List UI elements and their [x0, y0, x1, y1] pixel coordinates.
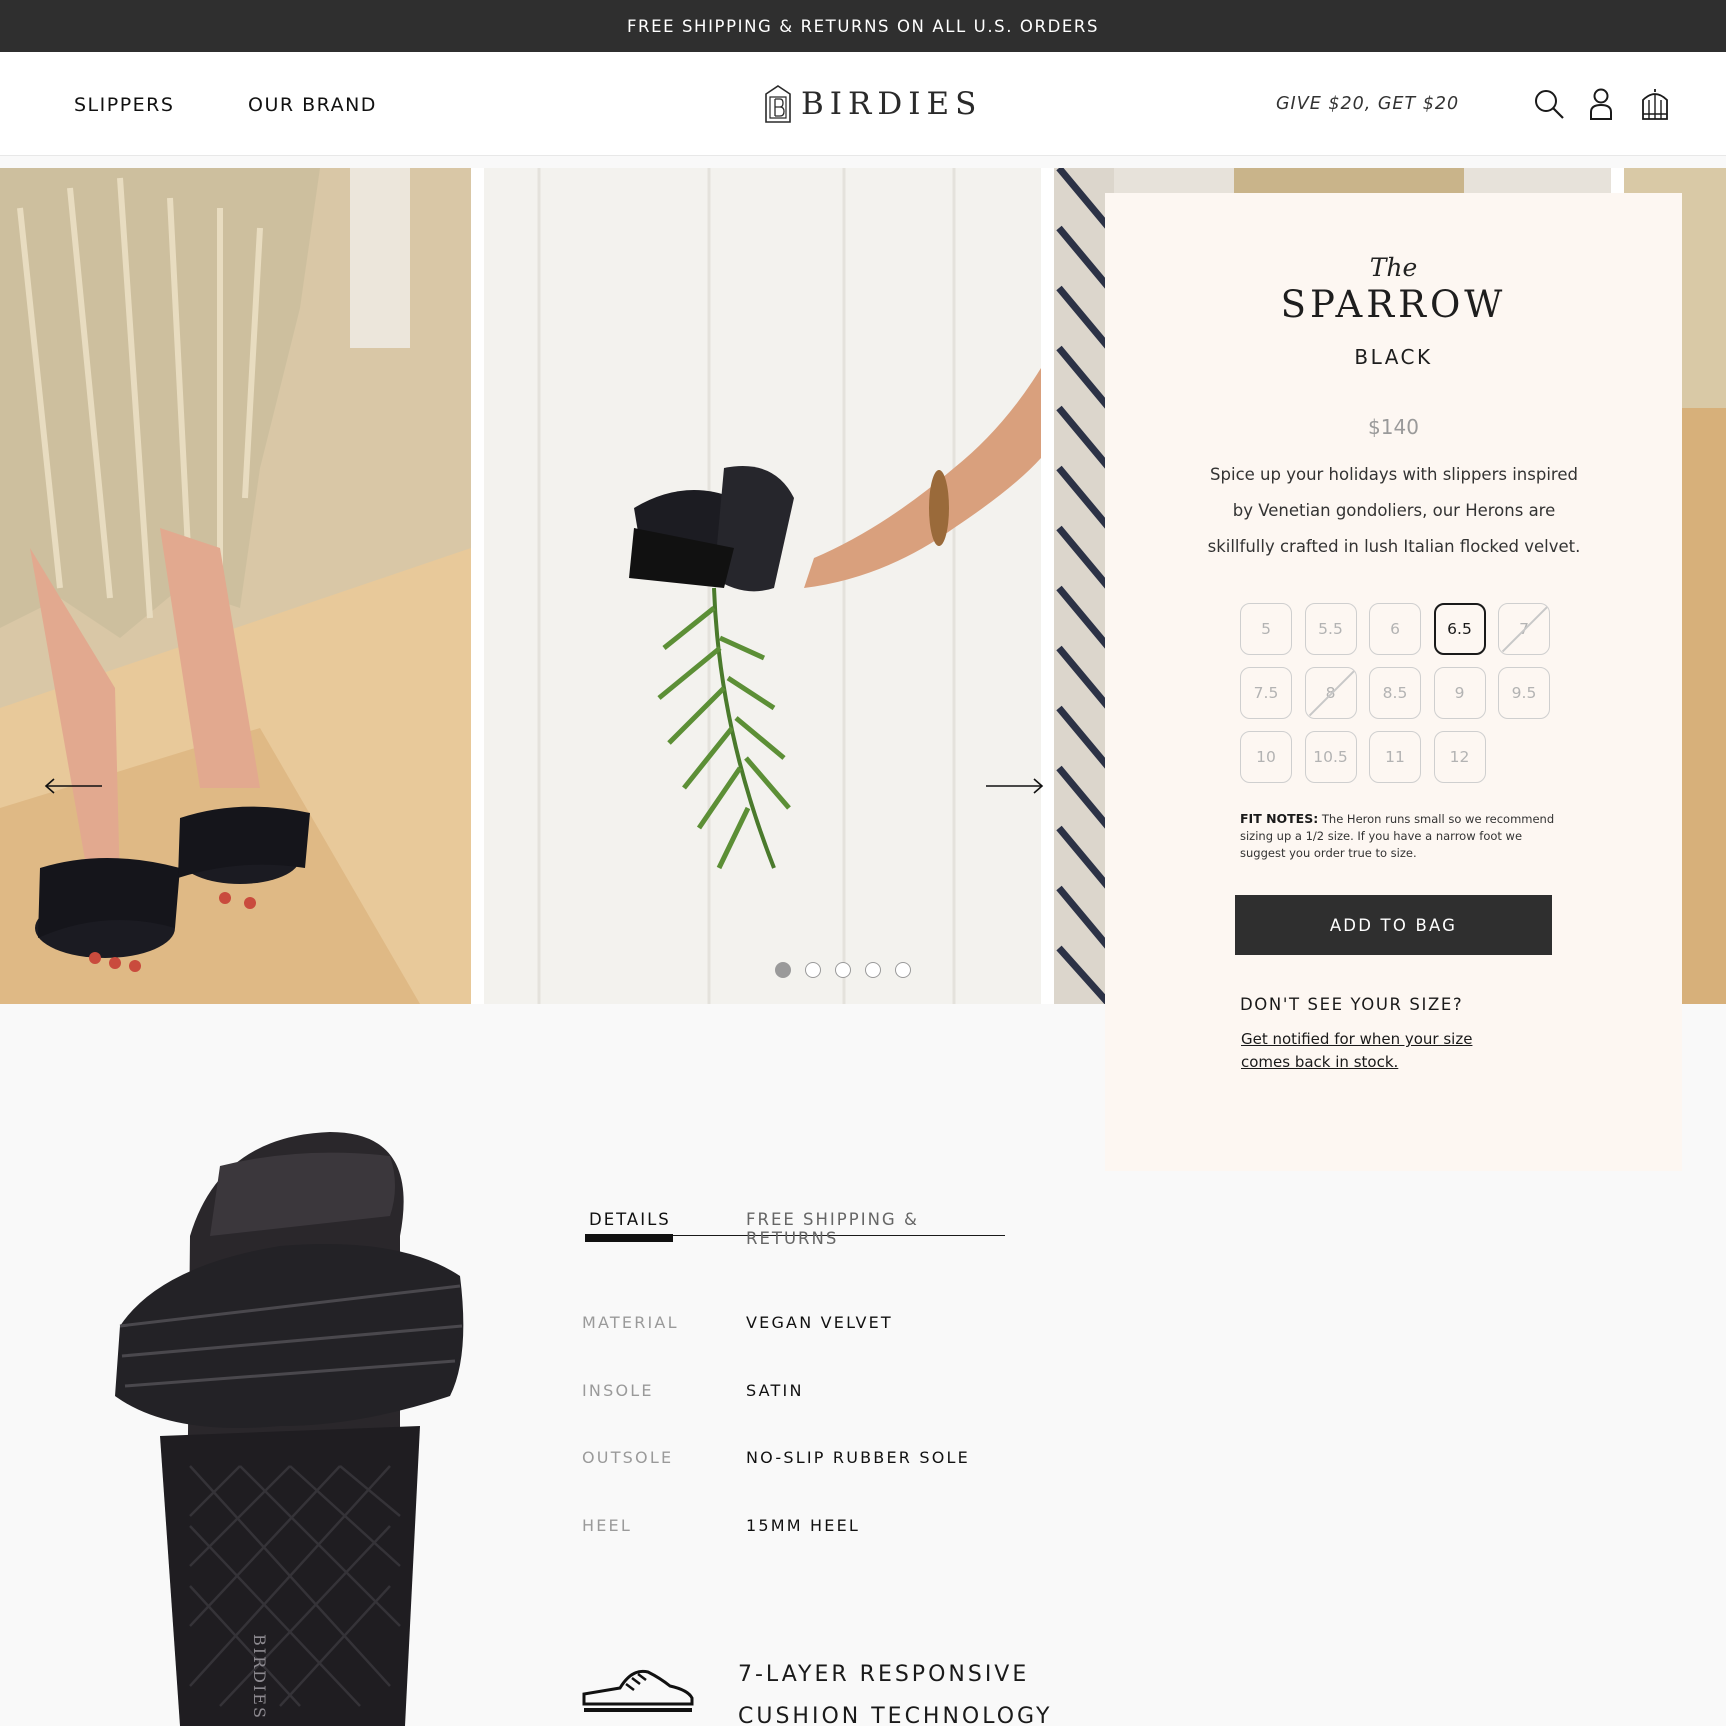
- next-arrow-icon[interactable]: [984, 774, 1044, 798]
- carousel-dots: [775, 962, 911, 978]
- gallery-photo-feet: [0, 168, 471, 1004]
- spec-value-insole: SATIN: [746, 1381, 804, 1400]
- size-option[interactable]: 6.5: [1433, 603, 1486, 655]
- size-label: 8: [1325, 684, 1336, 702]
- nav-our-brand[interactable]: OUR BRAND: [248, 94, 377, 116]
- tab-details[interactable]: DETAILS: [589, 1210, 671, 1229]
- size-option[interactable]: 6: [1369, 603, 1421, 655]
- promo-link[interactable]: GIVE $20, GET $20: [1276, 94, 1459, 114]
- size-label: 9.5: [1511, 684, 1537, 702]
- product-shoe-image: BIRDIES: [115, 1132, 464, 1726]
- size-option[interactable]: 9: [1433, 667, 1486, 719]
- carousel-dot-3[interactable]: [835, 962, 851, 978]
- logo-birdcage-icon: [765, 85, 791, 123]
- gallery-photo-hand: [484, 168, 1041, 1004]
- carousel-dot-2[interactable]: [805, 962, 821, 978]
- spec-value-material: VEGAN VELVET: [746, 1313, 893, 1332]
- spec-label-outsole: OUTSOLE: [582, 1448, 674, 1467]
- tab-shipping-returns[interactable]: FREE SHIPPING & RETURNS: [746, 1210, 1005, 1248]
- size-option[interactable]: 5: [1240, 603, 1292, 655]
- dont-see-size-heading: DON'T SEE YOUR SIZE?: [1240, 995, 1464, 1014]
- announcement-text: FREE SHIPPING & RETURNS ON ALL U.S. ORDE…: [626, 16, 1100, 36]
- product-price: $140: [1368, 415, 1419, 439]
- size-label: 5: [1261, 620, 1271, 638]
- announcement-bar: FREE SHIPPING & RETURNS ON ALL U.S. ORDE…: [0, 0, 1726, 52]
- size-option[interactable]: 5.5: [1304, 603, 1357, 655]
- insole-logo-text: BIRDIES: [250, 1634, 269, 1720]
- product-description: Spice up your holidays with slippers ins…: [1207, 465, 1581, 556]
- notify-link[interactable]: Get notified for when your size comes ba…: [1241, 1028, 1501, 1074]
- size-option[interactable]: 7: [1498, 603, 1550, 655]
- prev-arrow-icon[interactable]: [44, 774, 104, 798]
- size-label: 11: [1385, 748, 1405, 766]
- size-label: 8.5: [1382, 684, 1408, 702]
- size-label: 5.5: [1318, 620, 1343, 638]
- size-label: 6: [1390, 620, 1400, 638]
- product-color: BLACK: [1354, 345, 1433, 369]
- size-label: 10.5: [1313, 748, 1348, 766]
- spec-label-heel: HEEL: [582, 1516, 632, 1535]
- spec-value-outsole: NO-SLIP RUBBER SOLE: [746, 1448, 970, 1467]
- spec-label-material: MATERIAL: [582, 1313, 679, 1332]
- size-option[interactable]: 10.5: [1304, 731, 1357, 783]
- size-label: 6.5: [1447, 620, 1472, 638]
- feature-cushion-technology: 7-LAYER RESPONSIVE CUSHION TECHNOLOGY: [738, 1662, 1053, 1726]
- size-label: 10: [1256, 748, 1276, 766]
- logo[interactable]: BIRDIES: [763, 84, 982, 124]
- size-label: 7.5: [1253, 684, 1279, 702]
- slipper-icon: [582, 1669, 694, 1712]
- spec-value-heel: 15MM HEEL: [746, 1516, 861, 1535]
- carousel-dot-5[interactable]: [895, 962, 911, 978]
- account-icon[interactable]: [1584, 86, 1618, 122]
- size-option[interactable]: 8: [1304, 667, 1357, 719]
- size-option[interactable]: 12: [1433, 731, 1486, 783]
- size-label: 9: [1454, 684, 1465, 702]
- logo-text: BIRDIES: [801, 86, 983, 122]
- product-panel: The SPARROW BLACK $140 Spice up your hol…: [1105, 193, 1682, 1171]
- size-option[interactable]: 10: [1240, 731, 1292, 783]
- size-option[interactable]: 7.5: [1240, 667, 1292, 719]
- site-header: SLIPPERS OUR BRAND BIRDIES GIVE $20, GET…: [0, 52, 1726, 156]
- product-name-prefix: The: [1369, 253, 1418, 282]
- size-selector: 5 5.5 6 6.5 7 7.5 8 8.5 9 9.5 10 10.5 11 12: [1240, 603, 1570, 783]
- nav-slippers[interactable]: SLIPPERS: [74, 94, 174, 116]
- carousel-dot-4[interactable]: [865, 962, 881, 978]
- active-tab-indicator: [585, 1234, 673, 1242]
- fit-notes: FIT NOTES: The Heron runs small so we re…: [1240, 810, 1570, 862]
- carousel-dot-1[interactable]: [775, 962, 791, 978]
- fit-notes-label: FIT NOTES:: [1240, 811, 1319, 826]
- size-label: 7: [1519, 620, 1529, 638]
- search-icon[interactable]: [1532, 86, 1566, 122]
- size-option[interactable]: 9.5: [1498, 667, 1550, 719]
- size-label: 12: [1449, 748, 1470, 766]
- add-to-bag-button[interactable]: ADD TO BAG: [1235, 895, 1552, 955]
- spec-label-insole: INSOLE: [582, 1381, 654, 1400]
- size-option[interactable]: 8.5: [1369, 667, 1421, 719]
- bag-icon[interactable]: [1638, 86, 1672, 122]
- details-tabs: DETAILS FREE SHIPPING & RETURNS: [585, 1206, 1005, 1248]
- product-name: SPARROW: [1280, 283, 1507, 326]
- size-option[interactable]: 11: [1369, 731, 1421, 783]
